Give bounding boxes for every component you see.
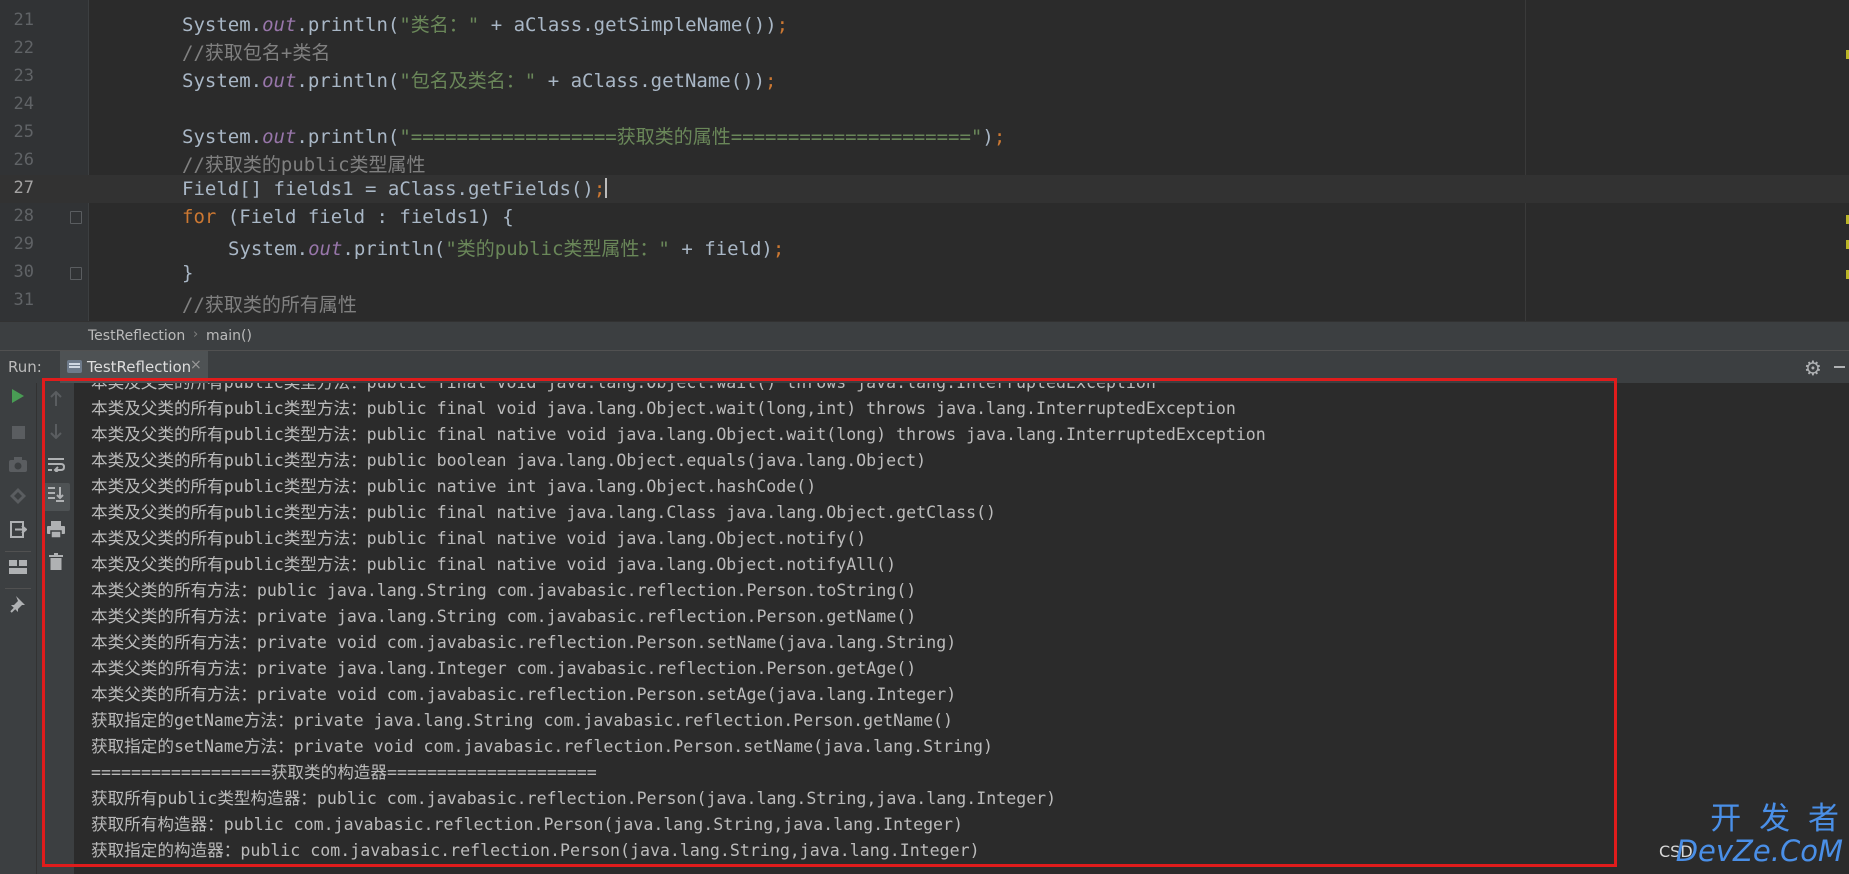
code-line[interactable]: 28 for (Field field : fields1) { — [0, 203, 1849, 231]
code-token: ; — [765, 70, 777, 92]
line-number: 23 — [13, 66, 34, 86]
code-text: //获取类的所有属性 — [182, 290, 357, 317]
code-token: ; — [993, 126, 1006, 148]
code-token: "类的public类型属性：" — [445, 238, 670, 260]
code-token: out — [262, 126, 297, 148]
code-token: + field) — [669, 238, 773, 260]
code-token: } — [182, 262, 194, 284]
stop-icon[interactable] — [7, 423, 29, 445]
line-number: 26 — [13, 150, 34, 170]
code-text: //获取类的public类型属性 — [182, 150, 426, 177]
code-token: System. — [182, 126, 263, 148]
run-label: Run: — [8, 358, 42, 376]
exit-icon[interactable] — [7, 521, 29, 543]
code-token: Field[] fields1 = aClass.getFields() — [182, 178, 594, 200]
code-token: ) — [982, 126, 994, 148]
toolbar-separator — [5, 551, 31, 552]
code-token: out — [308, 238, 343, 260]
code-token: out — [262, 14, 297, 36]
watermark-top: 开 发 者 — [1710, 801, 1843, 837]
code-token: ; — [593, 178, 606, 200]
breadcrumb-item-method[interactable]: main() — [206, 328, 252, 344]
code-line[interactable]: 23 System.out.println("包名及类名：" + aClass.g… — [0, 63, 1849, 93]
console-icon — [67, 360, 82, 373]
code-line[interactable]: 22 //获取包名+类名 — [0, 35, 1849, 65]
breadcrumb-separator: › — [193, 327, 199, 342]
line-number: 31 — [13, 290, 34, 310]
code-text: Field[] fields1 = aClass.getFields(); — [182, 178, 608, 200]
code-token: .println( — [296, 70, 400, 92]
code-line[interactable]: 21 System.out.println("类名：" + aClass.getS… — [0, 7, 1849, 37]
line-number: 27 — [13, 178, 34, 198]
code-text: System.out.println("包名及类名：" + aClass.get… — [182, 66, 776, 93]
code-line[interactable]: 30} — [0, 259, 1849, 287]
code-line[interactable]: 26 //获取类的public类型属性 — [0, 147, 1849, 177]
watermark: 开 发 者 DevZe.CoM — [1676, 802, 1843, 866]
code-token: + aClass.getName()) — [536, 70, 766, 92]
code-text: } — [182, 262, 193, 284]
code-token: .println( — [296, 14, 400, 36]
run-toolbar-primary — [0, 383, 36, 874]
code-token: .println( — [296, 126, 400, 148]
code-text: System.out.println("类的public类型属性：" + fie… — [228, 234, 784, 261]
line-number: 28 — [13, 206, 34, 226]
code-token: + aClass.getSimpleName()) — [479, 14, 777, 36]
code-line[interactable]: 29 System.out.println("类的public类型属性：" + f… — [0, 231, 1849, 261]
code-token: ; — [776, 14, 789, 36]
line-number: 25 — [13, 122, 34, 142]
breadcrumb-item-class[interactable]: TestReflection — [88, 328, 185, 344]
minimize-icon[interactable] — [1834, 366, 1845, 368]
breadcrumb: TestReflection › main() — [0, 321, 1849, 350]
text-caret — [605, 178, 608, 198]
layout-icon[interactable] — [7, 558, 29, 580]
code-token: (Field field : fields1) { — [216, 206, 514, 228]
code-line[interactable]: 24 — [0, 91, 1849, 119]
code-token: "==================获取类的属性===============… — [399, 126, 983, 148]
code-token: "类名：" — [399, 14, 480, 36]
code-token: "包名及类名：" — [399, 70, 537, 92]
tab-label: TestReflection — [87, 358, 192, 376]
line-number: 29 — [13, 234, 34, 254]
restore-layout-icon[interactable] — [7, 487, 29, 509]
pin-icon[interactable] — [7, 595, 29, 617]
code-token: out — [262, 70, 297, 92]
code-token: //获取类的所有属性 — [182, 294, 357, 316]
code-token: System. — [182, 70, 263, 92]
code-token: System. — [182, 14, 263, 36]
code-text: //获取包名+类名 — [182, 38, 330, 65]
gear-icon[interactable]: ⚙ — [1804, 356, 1822, 380]
line-number: 24 — [13, 94, 34, 114]
code-token: .println( — [342, 238, 446, 260]
rerun-icon[interactable] — [7, 388, 29, 410]
code-token: //获取类的public类型属性 — [182, 154, 426, 176]
fold-marker-icon[interactable] — [70, 267, 82, 280]
watermark-bottom: DevZe.CoM — [1675, 834, 1843, 868]
code-text: for (Field field : fields1) { — [182, 206, 514, 228]
toolbar-separator — [5, 588, 31, 589]
fold-marker-icon[interactable] — [70, 211, 82, 224]
camera-icon[interactable] — [7, 456, 29, 478]
code-editor[interactable]: 21 System.out.println("类名：" + aClass.getS… — [0, 0, 1849, 321]
code-line[interactable]: 25 System.out.println("==================… — [0, 119, 1849, 149]
code-line[interactable]: 31 //获取类的所有属性 — [0, 287, 1849, 317]
line-number: 21 — [13, 10, 34, 30]
line-number: 30 — [13, 262, 34, 282]
close-tab-button[interactable]: × — [190, 357, 202, 373]
line-number: 22 — [13, 38, 34, 58]
code-token: //获取包名+类名 — [182, 42, 331, 64]
code-token: for — [182, 206, 217, 228]
code-text: System.out.println("==================获取… — [182, 122, 1005, 149]
code-token: ; — [772, 238, 785, 260]
highlight-box — [42, 378, 1617, 867]
code-text: System.out.println("类名：" + aClass.getSim… — [182, 10, 788, 37]
code-token: System. — [228, 238, 309, 260]
code-line[interactable]: 27 Field[] fields1 = aClass.getFields(); — [0, 175, 1849, 203]
